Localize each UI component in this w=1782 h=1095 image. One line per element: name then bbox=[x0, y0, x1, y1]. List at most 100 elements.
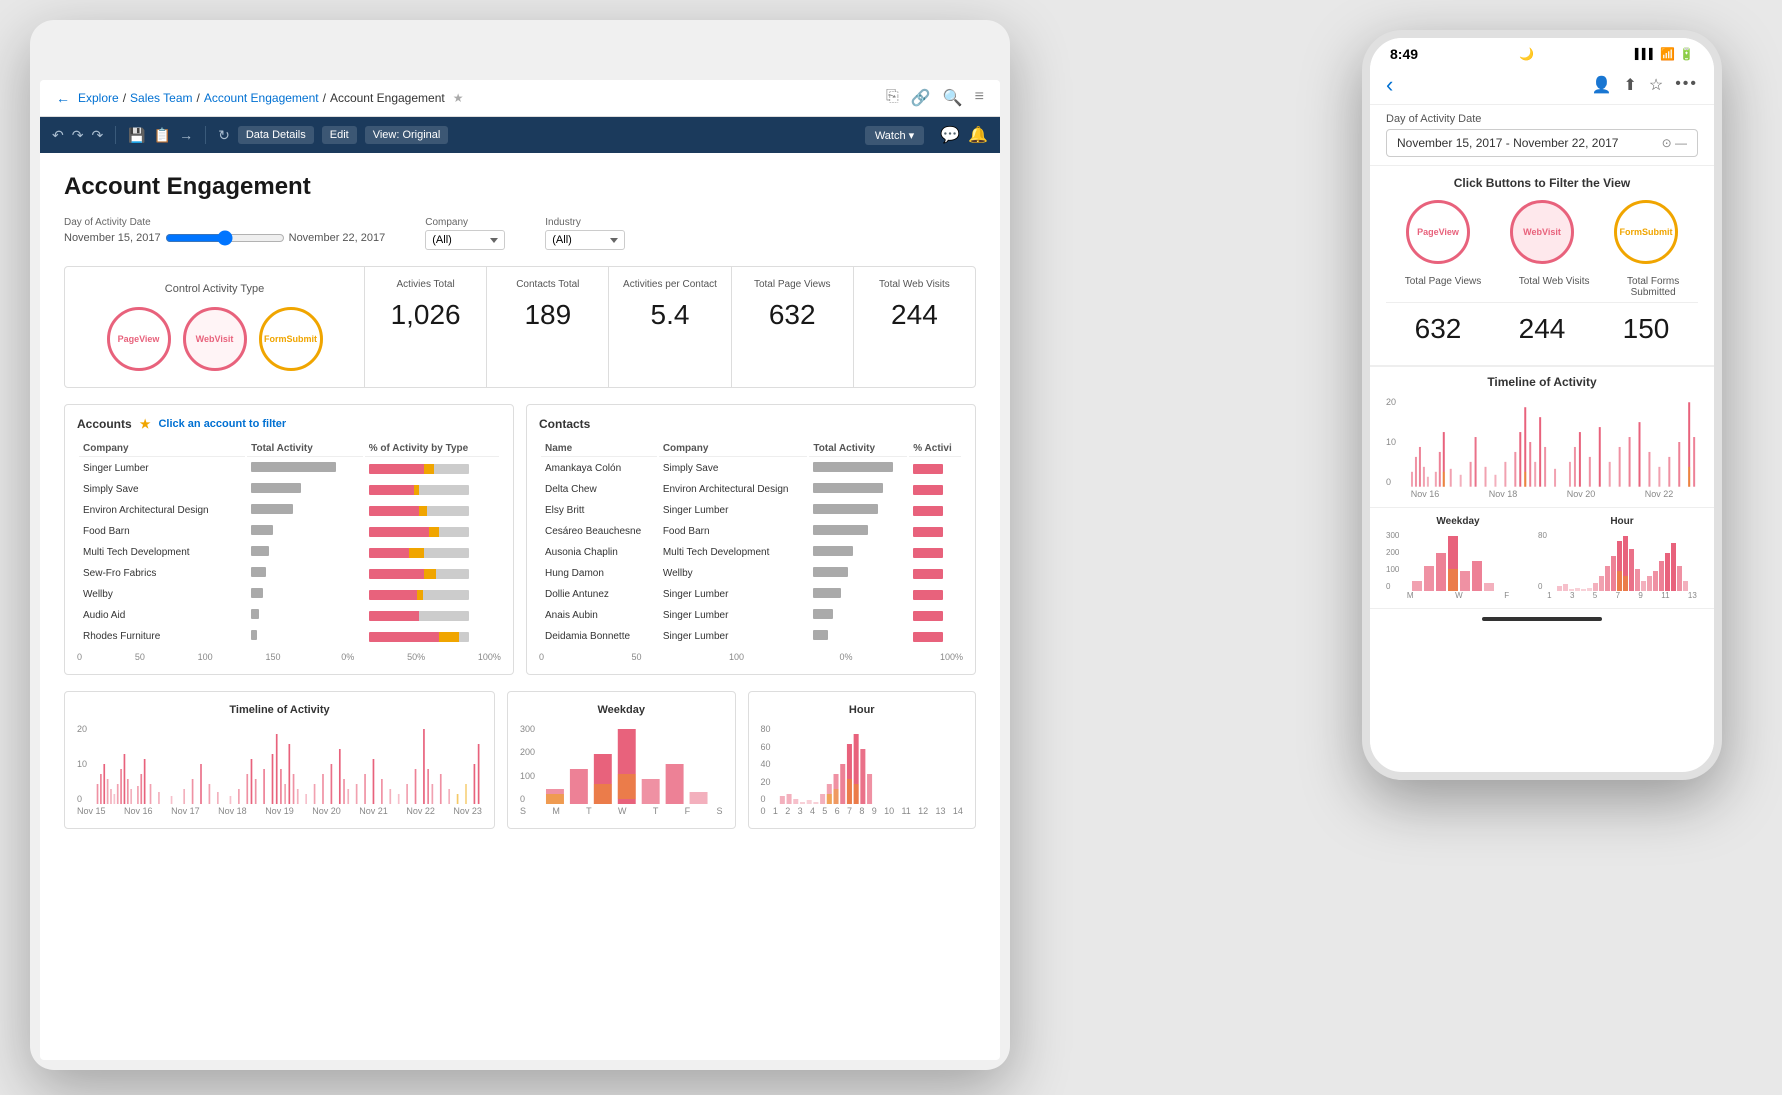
toolbar-divider bbox=[115, 126, 116, 144]
col-company: Company bbox=[79, 441, 245, 457]
tablet-icon[interactable]: ⎘ bbox=[886, 88, 899, 108]
toolbar-divider2 bbox=[205, 126, 206, 144]
wifi-icon: 📶 bbox=[1660, 47, 1675, 61]
table-row[interactable]: Amankaya Colón Simply Save bbox=[541, 459, 961, 478]
star-icon[interactable]: ★ bbox=[453, 91, 464, 105]
phone-more-icon[interactable]: ••• bbox=[1675, 75, 1698, 95]
watch-label: Watch ▾ bbox=[875, 130, 914, 142]
table-row[interactable]: Multi Tech Development bbox=[79, 543, 499, 562]
table-row[interactable]: Rhodes Furniture bbox=[79, 627, 499, 646]
activity-bar bbox=[247, 585, 363, 604]
phone-kpi-forms: 150 bbox=[1623, 313, 1670, 345]
hour-svg bbox=[779, 724, 963, 804]
table-row[interactable]: Hung Damon Wellby bbox=[541, 564, 961, 583]
kpi-tpv-value: 632 bbox=[740, 299, 845, 331]
weekday-axis: SMTWTFS bbox=[520, 806, 723, 816]
webvisit-button[interactable]: WebVisit bbox=[183, 307, 247, 371]
webvisit-circle-label: Total Web Visits bbox=[1519, 276, 1590, 298]
contact-company: Singer Lumber bbox=[659, 606, 808, 625]
phone-hour-svg bbox=[1556, 531, 1706, 591]
table-row[interactable]: Delta Chew Environ Architectural Design bbox=[541, 480, 961, 499]
share-icon[interactable]: 🔗 bbox=[911, 88, 931, 108]
phone-date-select[interactable]: November 15, 2017 - November 22, 2017 ⊙ … bbox=[1386, 129, 1698, 157]
phone-formsubmit-button[interactable]: FormSubmit bbox=[1614, 200, 1678, 264]
undo-icon[interactable]: ↶ bbox=[52, 127, 64, 144]
company-select[interactable]: (All) bbox=[425, 230, 505, 250]
back-icon[interactable]: ← bbox=[56, 90, 70, 106]
arrow-icon[interactable]: → bbox=[179, 127, 193, 143]
copy-icon[interactable]: 📋 bbox=[154, 127, 171, 144]
contacts-card: Contacts Name Company Total Activity % A… bbox=[526, 404, 976, 675]
grid-icon[interactable]: ≡ bbox=[975, 88, 984, 108]
pageview-button[interactable]: PageView bbox=[107, 307, 171, 371]
pageview-filter: PageView bbox=[1406, 200, 1470, 268]
table-row[interactable]: Anais Aubin Singer Lumber bbox=[541, 606, 961, 625]
breadcrumb-account-engagement[interactable]: Account Engagement bbox=[204, 91, 319, 105]
date-end: November 22, 2017 bbox=[289, 232, 386, 244]
table-row[interactable]: Food Barn bbox=[79, 522, 499, 541]
timeline-svg bbox=[95, 724, 482, 804]
kpi-activities-label: Activies Total bbox=[373, 279, 478, 291]
kpi-activities-value: 1,026 bbox=[373, 299, 478, 331]
contact-name: Dollie Antunez bbox=[541, 585, 657, 604]
phone-nav-bar: ‹ 👤 ⬆ ☆ ••• bbox=[1370, 66, 1714, 105]
activity-bar bbox=[247, 606, 363, 625]
kpi-apc-value: 5.4 bbox=[617, 299, 722, 331]
page-title: Account Engagement bbox=[64, 173, 976, 201]
table-row[interactable]: Cesáreo Beauchesne Food Barn bbox=[541, 522, 961, 541]
activity-bar bbox=[247, 480, 363, 499]
accounts-table: Company Total Activity % of Activity by … bbox=[77, 439, 501, 648]
bottom-charts: Timeline of Activity 20100 bbox=[64, 691, 976, 829]
view-button[interactable]: View: Original bbox=[365, 126, 449, 144]
phone-person-icon[interactable]: 👤 bbox=[1592, 75, 1612, 95]
formsubmit-button[interactable]: FormSubmit bbox=[259, 307, 323, 371]
refresh-icon[interactable]: ↻ bbox=[218, 127, 230, 144]
contact-pct-bar bbox=[909, 501, 961, 520]
pct-bar bbox=[365, 501, 499, 520]
date-slider[interactable] bbox=[165, 230, 285, 246]
save-icon[interactable]: 💾 bbox=[128, 127, 145, 144]
breadcrumb-explore[interactable]: Explore bbox=[78, 91, 119, 105]
company-name: Audio Aid bbox=[79, 606, 245, 625]
kpi-twv-value: 244 bbox=[862, 299, 967, 331]
phone-status-bar: 8:49 🌙 ▌▌▌ 📶 🔋 bbox=[1370, 38, 1714, 66]
breadcrumb-sales-team[interactable]: Sales Team bbox=[130, 91, 192, 105]
table-row[interactable]: Deidamia Bonnette Singer Lumber bbox=[541, 627, 961, 646]
accounts-card: Accounts ★ Click an account to filter Co… bbox=[64, 404, 514, 675]
contact-pct-bar bbox=[909, 564, 961, 583]
table-row[interactable]: Sew-Fro Fabrics bbox=[79, 564, 499, 583]
company-name: Sew-Fro Fabrics bbox=[79, 564, 245, 583]
accounts-filter-link[interactable]: Click an account to filter bbox=[158, 418, 286, 430]
phone-back-button[interactable]: ‹ bbox=[1386, 72, 1393, 98]
accounts-title: Accounts ★ Click an account to filter bbox=[77, 417, 501, 431]
phone-star-icon[interactable]: ☆ bbox=[1649, 75, 1663, 95]
phone-pageview-button[interactable]: PageView bbox=[1406, 200, 1470, 264]
watch-button[interactable]: Watch ▾ bbox=[865, 126, 924, 145]
tablet-screen: ← Explore / Sales Team / Account Engagem… bbox=[40, 80, 1000, 1060]
kpi-apc-label: Activities per Contact bbox=[617, 279, 722, 291]
table-row[interactable]: Elsy Britt Singer Lumber bbox=[541, 501, 961, 520]
redo-icon[interactable]: ↷ bbox=[72, 127, 84, 144]
phone-webvisit-button[interactable]: WebVisit bbox=[1510, 200, 1574, 264]
hour-title: Hour bbox=[761, 704, 964, 716]
weekday-svg bbox=[543, 724, 722, 804]
table-row[interactable]: Simply Save bbox=[79, 480, 499, 499]
edit-button[interactable]: Edit bbox=[322, 126, 357, 144]
contact-name: Hung Damon bbox=[541, 564, 657, 583]
table-row[interactable]: Environ Architectural Design bbox=[79, 501, 499, 520]
comment-icon[interactable]: 💬 bbox=[940, 125, 960, 145]
phone-share-icon[interactable]: ⬆ bbox=[1623, 75, 1636, 95]
table-row[interactable]: Singer Lumber bbox=[79, 459, 499, 478]
phone-date-range: November 15, 2017 - November 22, 2017 bbox=[1397, 136, 1618, 150]
redo2-icon[interactable]: ↷ bbox=[91, 127, 103, 144]
search-icon[interactable]: 🔍 bbox=[943, 88, 963, 108]
table-row[interactable]: Audio Aid bbox=[79, 606, 499, 625]
company-name: Rhodes Furniture bbox=[79, 627, 245, 646]
contact-company: Singer Lumber bbox=[659, 627, 808, 646]
alert-icon[interactable]: 🔔 bbox=[968, 125, 988, 145]
table-row[interactable]: Ausonia Chaplin Multi Tech Development bbox=[541, 543, 961, 562]
table-row[interactable]: Wellby bbox=[79, 585, 499, 604]
table-row[interactable]: Dollie Antunez Singer Lumber bbox=[541, 585, 961, 604]
industry-select[interactable]: (All) bbox=[545, 230, 625, 250]
data-details-button[interactable]: Data Details bbox=[238, 126, 314, 144]
